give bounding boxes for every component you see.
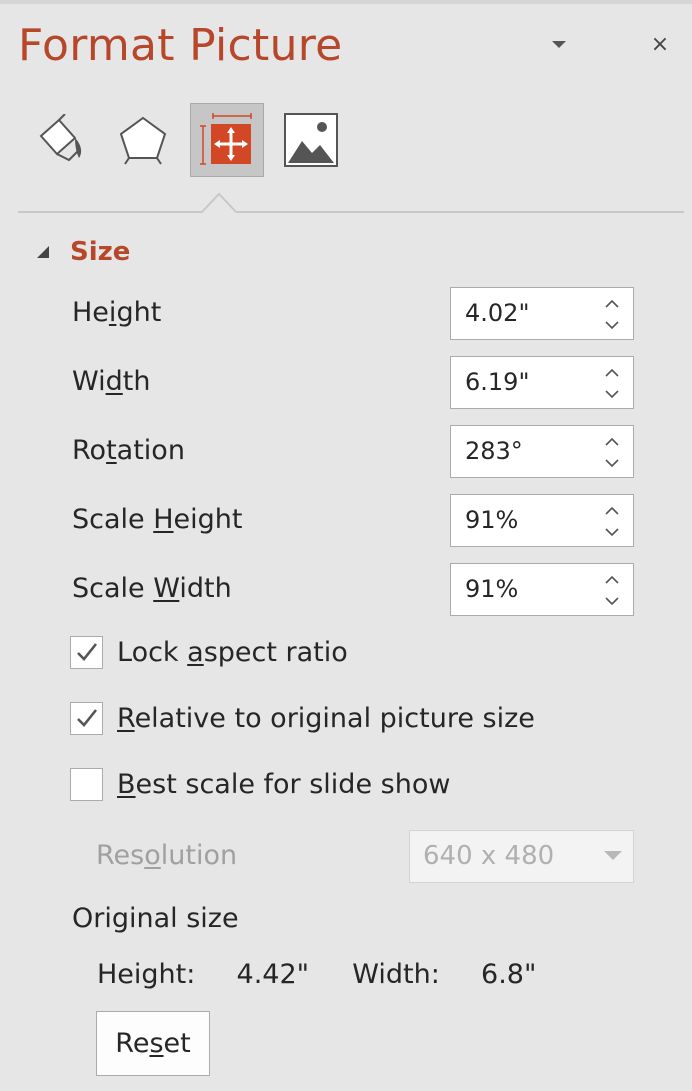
- scale-width-label: Scale Width: [72, 573, 232, 604]
- height-increment-button[interactable]: [601, 293, 623, 313]
- height-label: Height: [72, 297, 162, 328]
- width-value[interactable]: 6.19": [465, 357, 529, 408]
- dropdown-arrow-icon: [604, 851, 622, 860]
- pane-options-button[interactable]: [548, 36, 570, 54]
- resolution-label: Resolution: [96, 840, 238, 871]
- checkmark-icon: [76, 709, 97, 727]
- best-scale-label: Best scale for slide show: [117, 768, 451, 800]
- chevron-up-icon: [605, 368, 619, 377]
- height-decrement-button[interactable]: [601, 315, 623, 335]
- width-spinner[interactable]: 6.19": [450, 356, 634, 409]
- active-tab-pointer: [202, 192, 236, 213]
- original-height-value: 4.42": [236, 959, 310, 990]
- scale-height-value[interactable]: 91%: [465, 495, 518, 546]
- chevron-down-icon: [605, 458, 619, 467]
- relative-original-label: Relative to original picture size: [117, 702, 535, 734]
- picture-icon: [284, 113, 338, 167]
- tab-effects[interactable]: [106, 103, 180, 177]
- width-label: Width: [72, 366, 151, 397]
- scale-height-decrement-button[interactable]: [601, 522, 623, 542]
- format-picture-pane: Format Picture × Size Height 4.02" Width…: [0, 0, 692, 1091]
- section-title: Size: [70, 237, 131, 267]
- original-size-title: Original size: [72, 903, 239, 934]
- pane-top-edge: [0, 0, 692, 4]
- original-size-values: Height: 4.42" Width: 6.8": [97, 959, 536, 990]
- resolution-dropdown[interactable]: 640 x 480: [409, 830, 634, 883]
- original-height-label: Height:: [97, 959, 196, 990]
- original-width-value: 6.8": [481, 959, 537, 990]
- rotation-spinner[interactable]: 283°: [450, 425, 634, 478]
- tabs-divider: [18, 211, 684, 213]
- scale-height-increment-button[interactable]: [601, 500, 623, 520]
- scale-height-spinner[interactable]: 91%: [450, 494, 634, 547]
- height-value[interactable]: 4.02": [465, 288, 529, 339]
- lock-aspect-ratio-option[interactable]: Lock aspect ratio: [70, 634, 348, 670]
- rotation-decrement-button[interactable]: [601, 453, 623, 473]
- chevron-up-icon: [605, 506, 619, 515]
- chevron-down-icon: [605, 320, 619, 329]
- height-spinner[interactable]: 4.02": [450, 287, 634, 340]
- scale-width-value[interactable]: 91%: [465, 564, 518, 615]
- lock-aspect-ratio-checkbox[interactable]: [70, 635, 103, 669]
- rotation-value[interactable]: 283°: [465, 426, 523, 477]
- size-properties-icon: [200, 113, 252, 165]
- scale-height-label: Scale Height: [72, 504, 243, 535]
- tab-fill-line[interactable]: [24, 103, 98, 177]
- size-section-header[interactable]: Size: [36, 234, 130, 270]
- original-width-label: Width:: [352, 959, 440, 990]
- best-scale-option[interactable]: Best scale for slide show: [70, 766, 450, 802]
- pentagon-icon: [119, 116, 167, 165]
- collapse-triangle-icon: [37, 246, 49, 258]
- chevron-down-icon: [552, 41, 566, 48]
- lock-aspect-ratio-label: Lock aspect ratio: [117, 636, 348, 668]
- resolution-value: 640 x 480: [423, 841, 555, 871]
- paint-bucket-icon: [39, 114, 82, 162]
- tab-size-properties[interactable]: [190, 103, 264, 177]
- chevron-up-icon: [605, 299, 619, 308]
- pane-title: Format Picture: [18, 20, 343, 71]
- close-button[interactable]: ×: [646, 32, 674, 58]
- tab-picture[interactable]: [274, 103, 348, 177]
- width-increment-button[interactable]: [601, 362, 623, 382]
- chevron-up-icon: [605, 575, 619, 584]
- chevron-down-icon: [605, 527, 619, 536]
- scale-width-spinner[interactable]: 91%: [450, 563, 634, 616]
- rotation-label: Rotation: [72, 435, 185, 466]
- rotation-increment-button[interactable]: [601, 431, 623, 451]
- chevron-up-icon: [605, 437, 619, 446]
- relative-original-checkbox[interactable]: [70, 701, 103, 735]
- scale-width-increment-button[interactable]: [601, 569, 623, 589]
- chevron-down-icon: [605, 596, 619, 605]
- checkmark-icon: [76, 643, 97, 661]
- best-scale-checkbox[interactable]: [70, 767, 103, 801]
- relative-original-option[interactable]: Relative to original picture size: [70, 700, 535, 736]
- reset-button[interactable]: Reset: [96, 1011, 210, 1076]
- scale-width-decrement-button[interactable]: [601, 591, 623, 611]
- chevron-down-icon: [605, 389, 619, 398]
- width-decrement-button[interactable]: [601, 384, 623, 404]
